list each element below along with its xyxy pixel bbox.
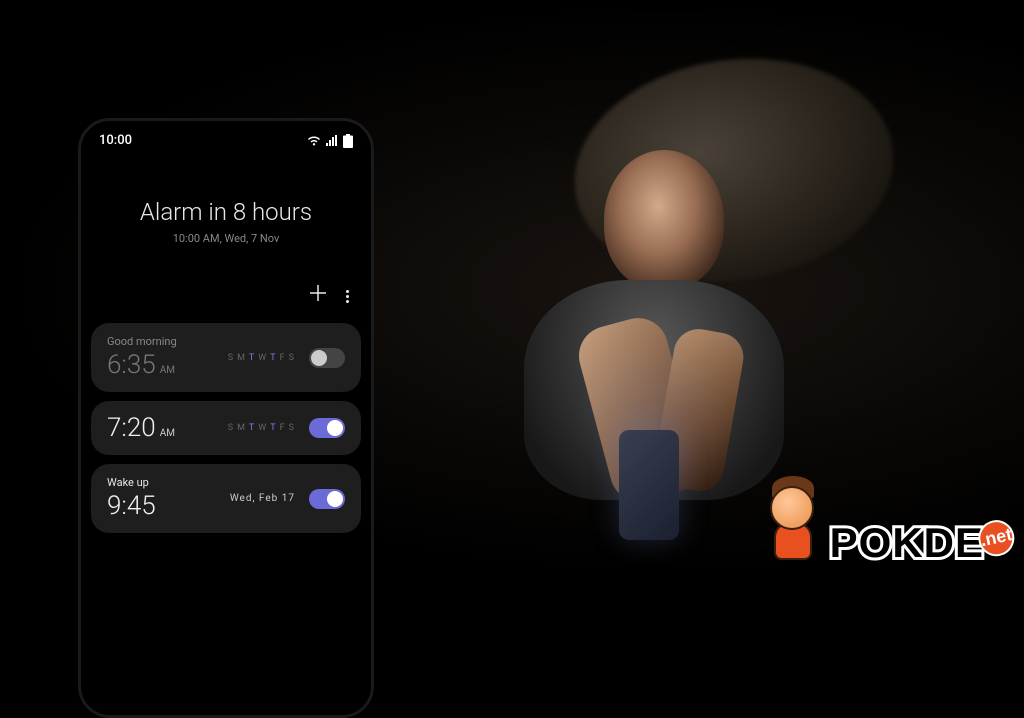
held-phone — [619, 430, 679, 540]
alarm-item[interactable]: Wake up 9:45 Wed, Feb 17 — [91, 464, 361, 533]
alarm-time-value: 7:20 — [107, 413, 156, 443]
alarm-toggle[interactable] — [309, 418, 345, 438]
alarm-time-value: 6:35 — [107, 350, 156, 380]
more-options-button[interactable] — [346, 290, 349, 303]
status-icons — [307, 134, 353, 148]
face-shape — [604, 150, 724, 290]
alarm-title: Alarm in 8 hours — [101, 198, 351, 226]
alarm-days: S M T W T F S — [228, 423, 295, 433]
alarm-time-value: 9:45 — [107, 491, 156, 521]
alarm-date: Wed, Feb 17 — [230, 493, 295, 504]
signal-icon — [325, 135, 339, 147]
alarm-meridiem: AM — [160, 428, 175, 439]
mascot-icon — [756, 474, 830, 564]
battery-icon — [343, 134, 353, 148]
toggle-knob — [327, 420, 343, 436]
alarm-controls: S M T W T F S — [228, 418, 345, 438]
alarm-item[interactable]: Good morning 6:35 AM S M T W T F S — [91, 323, 361, 392]
alarm-toggle[interactable] — [309, 348, 345, 368]
plus-icon — [308, 283, 328, 303]
add-alarm-button[interactable] — [308, 283, 328, 309]
alarm-toggle[interactable] — [309, 489, 345, 509]
alarm-label: Wake up — [107, 476, 156, 489]
alarm-meridiem: AM — [160, 365, 175, 376]
actions-row — [81, 265, 371, 323]
status-bar: 10:00 — [81, 121, 371, 154]
alarm-time: 6:35 AM — [107, 350, 177, 380]
toggle-knob — [327, 491, 343, 507]
alarm-info: 7:20 AM — [107, 413, 175, 443]
alarm-info: Good morning 6:35 AM — [107, 335, 177, 380]
toggle-knob — [311, 350, 327, 366]
alarm-controls: Wed, Feb 17 — [230, 489, 345, 509]
alarm-info: Wake up 9:45 — [107, 476, 156, 521]
alarm-days: S M T W T F S — [228, 353, 295, 363]
alarm-time: 9:45 — [107, 491, 156, 521]
phone-screen: 10:00 Alarm in 8 hours 10:00 AM, Wed, 7 … — [81, 121, 371, 715]
watermark-brand: POKDE — [830, 522, 984, 564]
alarm-header: Alarm in 8 hours 10:00 AM, Wed, 7 Nov — [81, 154, 371, 265]
wifi-icon — [307, 135, 321, 147]
phone-mockup: 10:00 Alarm in 8 hours 10:00 AM, Wed, 7 … — [78, 118, 374, 718]
more-icon — [346, 290, 349, 293]
alarm-list: Good morning 6:35 AM S M T W T F S — [81, 323, 371, 533]
watermark: POKDE .net — [756, 474, 1016, 564]
alarm-item[interactable]: 7:20 AM S M T W T F S — [91, 401, 361, 455]
alarm-label: Good morning — [107, 335, 177, 348]
person-illustration — [464, 140, 844, 520]
alarm-controls: S M T W T F S — [228, 348, 345, 368]
alarm-subtitle: 10:00 AM, Wed, 7 Nov — [101, 232, 351, 245]
status-time: 10:00 — [99, 133, 132, 148]
alarm-time: 7:20 AM — [107, 413, 175, 443]
